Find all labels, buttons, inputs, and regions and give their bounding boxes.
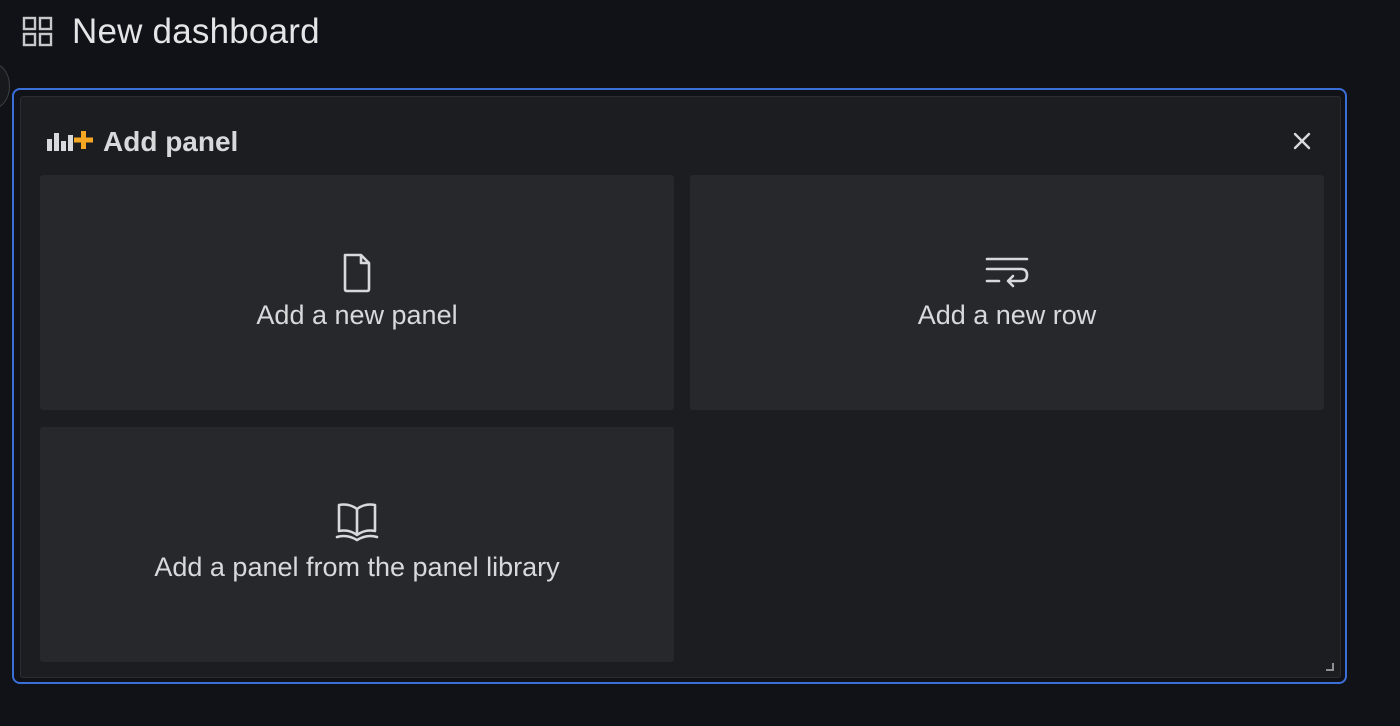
add-new-row-button[interactable]: Add a new row: [690, 175, 1324, 410]
wrap-text-icon: [985, 257, 1029, 288]
add-new-panel-label: Add a new panel: [256, 300, 458, 330]
add-panel-icon: [47, 131, 93, 151]
add-new-panel-button[interactable]: Add a new panel: [40, 175, 674, 410]
book-open-icon: [335, 503, 379, 542]
close-icon[interactable]: [1286, 125, 1318, 157]
add-panel-from-library-button[interactable]: Add a panel from the panel library: [40, 427, 674, 662]
add-panel-from-library-label: Add a panel from the panel library: [154, 552, 560, 582]
add-panel-widget: Add panel Add a new panel Add a new row: [12, 88, 1347, 684]
sidebar-toggle-handle[interactable]: [0, 64, 10, 108]
dashboard-header: New dashboard: [0, 0, 1400, 64]
add-panel-title: Add panel: [103, 126, 239, 157]
file-icon: [343, 253, 371, 293]
add-new-row-label: Add a new row: [917, 300, 1097, 330]
resize-handle-icon[interactable]: [1324, 661, 1334, 671]
page-title[interactable]: New dashboard: [72, 11, 320, 53]
add-panel-body: Add panel Add a new panel Add a new row: [20, 96, 1341, 678]
apps-grid-icon: [22, 16, 53, 47]
